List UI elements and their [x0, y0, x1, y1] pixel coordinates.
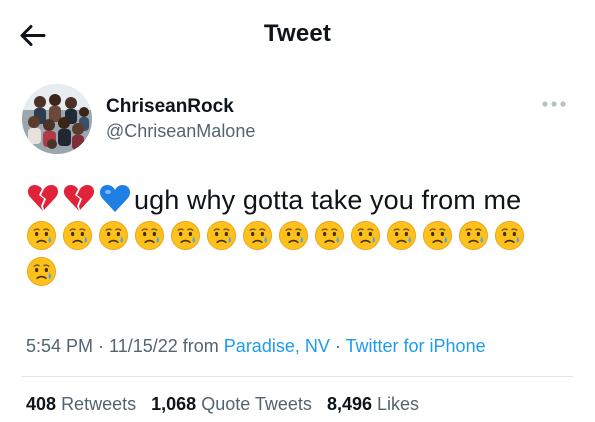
crying-face-icon — [134, 220, 165, 256]
crying-emoji-row — [26, 220, 566, 256]
quote-tweets-label: Quote Tweets — [201, 394, 312, 414]
crying-face-icon — [314, 220, 345, 256]
tweet-time[interactable]: 5:54 PM — [26, 336, 93, 356]
crying-face-icon — [386, 220, 417, 256]
crying-face-icon — [350, 220, 381, 256]
crying-face-icon — [62, 220, 93, 256]
retweets-label: Retweets — [61, 394, 137, 414]
crying-face-icon — [170, 220, 201, 256]
tweet-source-link[interactable]: Twitter for iPhone — [346, 336, 486, 356]
blue-heart-icon — [98, 181, 132, 220]
tweet-body: ugh why gotta take you from me — [26, 180, 566, 292]
crying-face-icon — [26, 256, 57, 292]
broken-heart-icon — [26, 181, 60, 220]
meta-separator: · — [329, 336, 346, 356]
likes-label: Likes — [377, 394, 420, 414]
retweets-count: 408 — [26, 394, 57, 414]
crying-face-icon — [494, 220, 525, 256]
crying-face-icon — [458, 220, 489, 256]
from-text: from — [177, 336, 224, 356]
crying-face-icon — [278, 220, 309, 256]
crying-face-icon — [242, 220, 273, 256]
tweet-first-line: ugh why gotta take you from me — [26, 180, 566, 220]
likes-count: 8,496 — [326, 394, 372, 414]
crying-face-icon — [98, 220, 129, 256]
divider — [22, 376, 573, 377]
quote-tweets-stat[interactable]: 1,068 Quote Tweets — [151, 394, 312, 414]
author-display-name[interactable]: ChriseanRock — [106, 96, 234, 118]
crying-face-icon — [26, 220, 57, 256]
tweet-date[interactable]: 11/15/22 — [109, 336, 178, 356]
more-options-button[interactable] — [536, 94, 572, 114]
page-title: Tweet — [263, 20, 332, 47]
tweet-author: ChriseanRock @ChriseanMalone — [22, 84, 582, 156]
tweet-meta: 5:54 PM · 11/15/22 from Paradise, NV · T… — [26, 336, 486, 357]
quote-tweets-count: 1,068 — [151, 394, 197, 414]
crying-face-icon — [206, 220, 237, 256]
tweet-text: ugh why gotta take you from me — [134, 184, 522, 215]
author-handle[interactable]: @ChriseanMalone — [106, 121, 255, 142]
crying-emoji-row — [26, 256, 566, 292]
group-photo-icon — [22, 84, 92, 154]
crying-face-icon — [422, 220, 453, 256]
top-bar: Tweet — [0, 0, 595, 70]
likes-stat[interactable]: 8,496 Likes — [327, 394, 419, 414]
more-dots-icon — [542, 101, 566, 107]
broken-heart-icon — [62, 181, 96, 220]
tweet-location-link[interactable]: Paradise, NV — [224, 336, 330, 356]
avatar[interactable] — [22, 84, 92, 154]
meta-separator: · — [93, 336, 110, 356]
retweets-stat[interactable]: 408 Retweets — [26, 394, 136, 414]
tweet-stats: 408 Retweets 1,068 Quote Tweets 8,496 Li… — [26, 394, 429, 415]
